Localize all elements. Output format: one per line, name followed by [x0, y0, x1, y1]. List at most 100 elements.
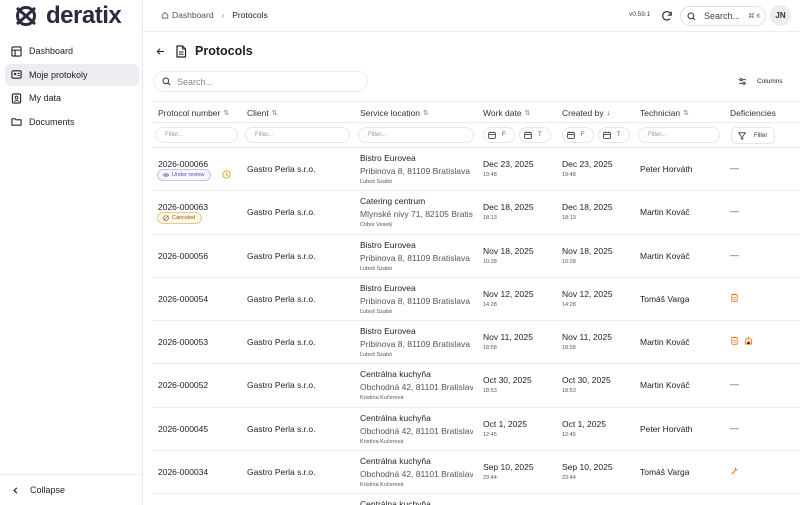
- location-contact: Kristína Kučerová: [360, 438, 404, 445]
- created-time-value: 18:53: [562, 388, 576, 395]
- column-header-label: Work date: [483, 108, 522, 118]
- protocol-number[interactable]: 2026-000034: [158, 467, 208, 477]
- deficiencies-cell: [730, 293, 739, 302]
- filter-protocol-number[interactable]: Filter...: [155, 127, 238, 143]
- page-title: Protocols: [195, 44, 253, 58]
- work-time-value: 10:28: [483, 258, 497, 265]
- column-header-label: Technician: [640, 108, 681, 118]
- search-shortcut: ⌘ K: [748, 13, 761, 20]
- clipboard-icon[interactable]: [730, 293, 739, 302]
- wrench-icon[interactable]: [730, 466, 739, 475]
- table-row[interactable]: 2026-000034 Gastro Perla s.r.o. Centrálna …: [152, 451, 800, 495]
- filter-service-location[interactable]: Filter...: [358, 127, 474, 143]
- sliders-icon: [738, 78, 747, 85]
- table-row[interactable]: 2026-000066 Under review Gastro Perla s.r.…: [152, 148, 800, 192]
- filter-work-date-to[interactable]: T: [519, 127, 551, 143]
- filter-to-label: T: [617, 132, 621, 138]
- table-row[interactable]: 2026-000052 Gastro Perla s.r.o. Centrálna …: [152, 364, 800, 408]
- filter-client[interactable]: Filter...: [245, 127, 350, 143]
- column-header-label: Deficiencies: [730, 108, 776, 118]
- filter-deficiencies-button[interactable]: Filter: [731, 127, 775, 144]
- calendar-icon: [488, 131, 496, 139]
- filter-created-from[interactable]: F: [562, 127, 594, 143]
- column-header-technician[interactable]: Technician ⇅: [640, 108, 689, 118]
- table-header: Protocol number ⇅ Client ⇅ Service locatio…: [152, 101, 800, 123]
- sidebar-item-documents[interactable]: Documents: [5, 111, 139, 133]
- column-header-service-location[interactable]: Service location ⇅: [360, 108, 429, 118]
- work-time-value: 18:13: [483, 215, 497, 222]
- app: deratix Dashboard Moje protokoly My data…: [0, 0, 800, 505]
- column-header-created-by[interactable]: Created by ↓: [562, 108, 610, 118]
- work-date: Nov 11, 2025 18:58: [483, 332, 533, 351]
- location-name: Bistro Eurovea: [360, 326, 416, 337]
- deficiencies-cell: —: [730, 423, 739, 433]
- refresh-icon[interactable]: [660, 9, 674, 23]
- created-time-value: 12:45: [562, 431, 576, 438]
- client-name: Gastro Perla s.r.o.: [247, 337, 316, 348]
- calendar-icon: [524, 131, 532, 139]
- table-row[interactable]: 2026-000053 Gastro Perla s.r.o. Bistro Eur…: [152, 321, 800, 365]
- client-name: Gastro Perla s.r.o.: [247, 250, 316, 261]
- building-icon[interactable]: [744, 336, 753, 345]
- clipboard-icon[interactable]: [730, 336, 739, 345]
- global-search-button[interactable]: Search... ⌘ K: [680, 6, 766, 26]
- service-location: Centrálna kuchyňa Obchodná 42, 81101 Brat…: [360, 456, 473, 488]
- collapse-button[interactable]: Collapse: [5, 481, 139, 499]
- global-search-label: Search...: [704, 11, 741, 21]
- column-header-label: Protocol number: [158, 108, 221, 118]
- work-time-value: 23:44: [483, 475, 497, 482]
- filter-work-date-from[interactable]: F: [483, 127, 515, 143]
- technician-name: Martin Kováč: [640, 380, 690, 391]
- table-body: 2026-000066 Under review Gastro Perla s.r.…: [152, 148, 800, 505]
- location-name: Bistro Eurovea: [360, 153, 416, 163]
- created-date: Dec 23, 2025 19:48: [562, 159, 613, 178]
- protocol-number[interactable]: 2026-000052: [158, 380, 208, 390]
- avatar[interactable]: JN: [770, 5, 791, 26]
- logo[interactable]: deratix: [14, 2, 122, 29]
- work-date-value: Dec 18, 2025: [483, 202, 534, 213]
- table-row[interactable]: 2026-000045 Gastro Perla s.r.o. Centrálna …: [152, 408, 800, 452]
- columns-button[interactable]: Columns: [730, 72, 790, 91]
- created-time-value: 23:44: [562, 475, 576, 482]
- table-row[interactable]: 2026-000054 Gastro Perla s.r.o. Bistro Eur…: [152, 278, 800, 322]
- sidebar-nav: Dashboard Moje protokoly My data Documen…: [5, 40, 139, 134]
- location-name: Bistro Eurovea: [360, 239, 416, 250]
- deficiencies-cell: —: [730, 163, 739, 173]
- breadcrumb-label: Dashboard: [172, 10, 214, 20]
- table-row[interactable]: 2026-000063 Canceled Gastro Perla s.r.o. Ca…: [152, 191, 800, 235]
- protocol-number[interactable]: 2026-000056: [158, 251, 208, 261]
- column-header-work-date[interactable]: Work date ⇅: [483, 108, 530, 118]
- protocol-number[interactable]: 2026-000066: [158, 159, 208, 169]
- table-row[interactable]: Centrálna kuchyňa: [152, 494, 800, 505]
- arrow-left-icon[interactable]: [156, 47, 165, 56]
- client-name: Gastro Perla s.r.o.: [247, 467, 316, 478]
- sidebar-item-my-data[interactable]: My data: [5, 87, 139, 109]
- sidebar-item-dashboard[interactable]: Dashboard: [5, 40, 139, 62]
- client-name: Gastro Perla s.r.o.: [247, 207, 316, 218]
- protocol-number[interactable]: 2026-000063: [158, 202, 208, 212]
- created-time-value: 18:13: [562, 215, 576, 222]
- location-name: Bistro Eurovea: [360, 282, 416, 293]
- breadcrumb-dashboard[interactable]: Dashboard: [161, 10, 214, 20]
- work-time-value: 14:28: [483, 301, 497, 308]
- filter-technician[interactable]: Filter...: [638, 127, 720, 143]
- created-date: Nov 18, 2025 10:28: [562, 246, 613, 265]
- search-input[interactable]: [177, 76, 357, 87]
- protocol-number[interactable]: 2026-000045: [158, 424, 208, 434]
- work-date-value: Nov 11, 2025: [483, 332, 533, 343]
- filter-created-to[interactable]: T: [598, 127, 630, 143]
- work-time-value: 19:48: [483, 172, 497, 178]
- sidebar-item-moje-protokoly[interactable]: Moje protokoly: [5, 63, 139, 86]
- technician-name: Tomáš Varga: [640, 293, 690, 304]
- protocol-number[interactable]: 2026-000053: [158, 337, 208, 347]
- column-header-label: Client: [247, 108, 269, 118]
- status-badge: Under review: [157, 169, 212, 181]
- created-date-value: Dec 23, 2025: [562, 159, 613, 169]
- protocol-number[interactable]: 2026-000054: [158, 294, 208, 304]
- status-badge-label: Under review: [172, 172, 205, 178]
- column-header-client[interactable]: Client ⇅: [247, 108, 278, 118]
- table-row[interactable]: 2026-000056 Gastro Perla s.r.o. Bistro Eur…: [152, 235, 800, 278]
- table-search[interactable]: [153, 71, 368, 92]
- column-header-protocol-number[interactable]: Protocol number ⇅: [158, 108, 229, 118]
- created-date: Nov 12, 2025 14:28: [562, 289, 613, 308]
